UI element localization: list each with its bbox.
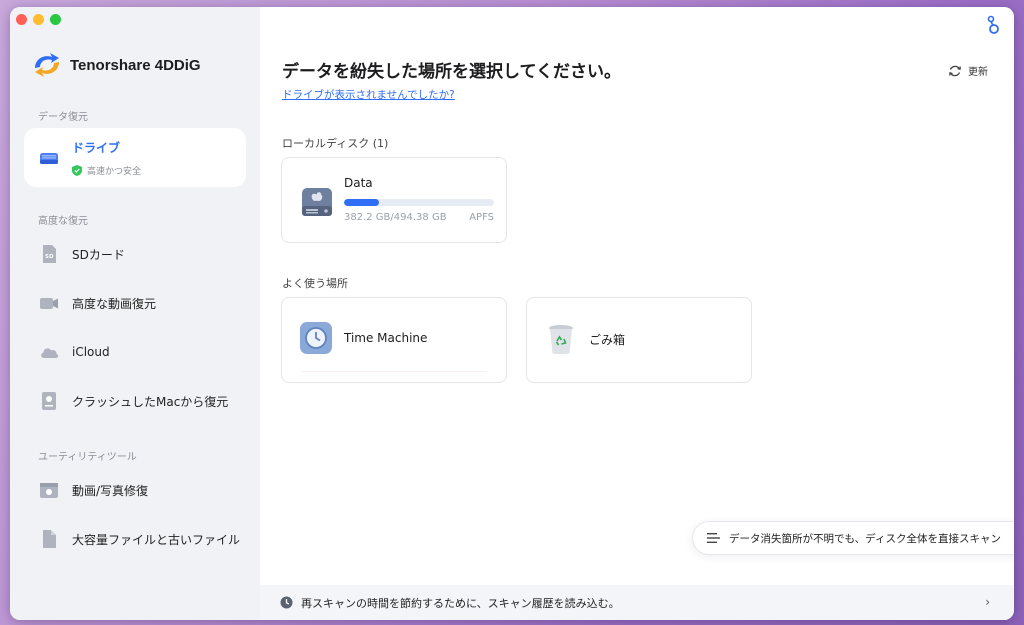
load-scan-history-bar[interactable]: 再スキャンの時間を節約するために、スキャン履歴を読み込む。 › xyxy=(260,585,1014,620)
location-name: Time Machine xyxy=(344,331,428,345)
video-camera-icon xyxy=(40,298,58,309)
app-logo-icon xyxy=(35,53,59,77)
sidebar-item-icloud[interactable]: iCloud xyxy=(24,337,246,367)
close-window-button[interactable] xyxy=(16,14,27,25)
chevron-right-icon: › xyxy=(985,595,990,609)
zoom-window-button[interactable] xyxy=(50,14,61,25)
disk-filesystem: APFS xyxy=(469,212,494,223)
sidebar-item-crashed-mac[interactable]: クラッシュしたMacから復元 xyxy=(24,386,246,416)
photo-repair-icon xyxy=(40,483,58,498)
location-card-trash[interactable]: ごみ箱 xyxy=(526,297,752,383)
app-window: Tenorshare 4DDiG データ復元 ドライブ 高速かつ安全 高度な復元… xyxy=(10,7,1014,620)
card-divider xyxy=(302,371,486,372)
brand: Tenorshare 4DDiG xyxy=(32,52,201,78)
sd-card-icon: SD xyxy=(43,245,56,263)
hard-drive-icon xyxy=(302,188,332,216)
sidebar-item-label: ドライブ xyxy=(72,140,121,155)
security-note: 高速かつ安全 xyxy=(72,164,141,177)
sidebar-item-label: 高度な動画復元 xyxy=(72,296,157,311)
sidebar-item-photo-repair[interactable]: 動画/写真修復 xyxy=(24,475,246,505)
minimize-window-button[interactable] xyxy=(33,14,44,25)
svg-text:SD: SD xyxy=(45,254,54,260)
shield-check-icon xyxy=(72,164,82,176)
sidebar-item-drive[interactable]: ドライブ 高速かつ安全 xyxy=(24,128,246,187)
disk-card-data[interactable]: Data 382.2 GB/494.38 GB APFS xyxy=(281,157,507,243)
sidebar: Tenorshare 4DDiG データ復元 ドライブ 高速かつ安全 高度な復元… xyxy=(10,7,260,620)
time-machine-icon xyxy=(300,322,332,354)
sidebar-item-label: SDカード xyxy=(72,247,125,262)
page-title: データを紛失した場所を選択してください。 xyxy=(282,62,621,82)
sidebar-item-advanced-video[interactable]: 高度な動画復元 xyxy=(24,288,246,318)
sidebar-item-label: クラッシュしたMacから復元 xyxy=(72,394,229,409)
location-card-time-machine[interactable]: Time Machine xyxy=(281,297,507,383)
sidebar-item-sd-card[interactable]: SD SDカード xyxy=(24,239,246,269)
drive-icon xyxy=(40,152,58,164)
clock-icon xyxy=(280,596,293,609)
location-name: ごみ箱 xyxy=(589,332,626,347)
section-label-utilities: ユーティリティツール xyxy=(38,452,137,463)
drive-not-shown-link[interactable]: ドライブが表示されませんでしたか? xyxy=(282,87,455,102)
section-label-advanced: 高度な復元 xyxy=(38,216,88,227)
main-panel: データを紛失した場所を選択してください。 ドライブが表示されませんでしたか? 更… xyxy=(260,7,1014,620)
sidebar-item-label: iCloud xyxy=(72,345,110,359)
sidebar-item-large-files[interactable]: 大容量ファイルと古いファイル xyxy=(24,524,246,554)
disk-usage-fill xyxy=(344,199,379,206)
full-disk-scan-button[interactable]: データ消失箇所が不明でも、ディスク全体を直接スキャン xyxy=(692,521,1014,555)
crashed-mac-icon xyxy=(42,392,56,410)
user-key-icon xyxy=(987,15,999,34)
full-disk-scan-label: データ消失箇所が不明でも、ディスク全体を直接スキャン xyxy=(729,532,1001,545)
refresh-icon xyxy=(949,65,961,76)
list-scan-icon xyxy=(707,533,720,543)
security-note-text: 高速かつ安全 xyxy=(87,166,142,177)
section-label-data-recovery: データ復元 xyxy=(38,112,88,123)
file-icon xyxy=(43,530,56,548)
window-controls xyxy=(16,14,61,25)
disk-usage-bar xyxy=(344,199,494,206)
sidebar-item-label: 大容量ファイルと古いファイル xyxy=(72,532,241,547)
load-scan-history-label: 再スキャンの時間を節約するために、スキャン履歴を読み込む。 xyxy=(301,596,620,610)
app-name: Tenorshare 4DDiG xyxy=(70,56,201,74)
refresh-button[interactable]: 更新 xyxy=(948,63,988,78)
disk-size: 382.2 GB/494.38 GB xyxy=(344,212,447,223)
common-locations-heading: よく使う場所 xyxy=(282,277,348,290)
refresh-label: 更新 xyxy=(968,67,988,78)
account-button[interactable] xyxy=(985,15,1001,39)
cloud-icon xyxy=(41,348,59,358)
sidebar-item-label: 動画/写真修復 xyxy=(72,483,149,498)
local-disks-heading: ローカルディスク (1) xyxy=(282,137,389,150)
trash-icon xyxy=(549,325,573,355)
disk-name: Data xyxy=(344,176,373,190)
